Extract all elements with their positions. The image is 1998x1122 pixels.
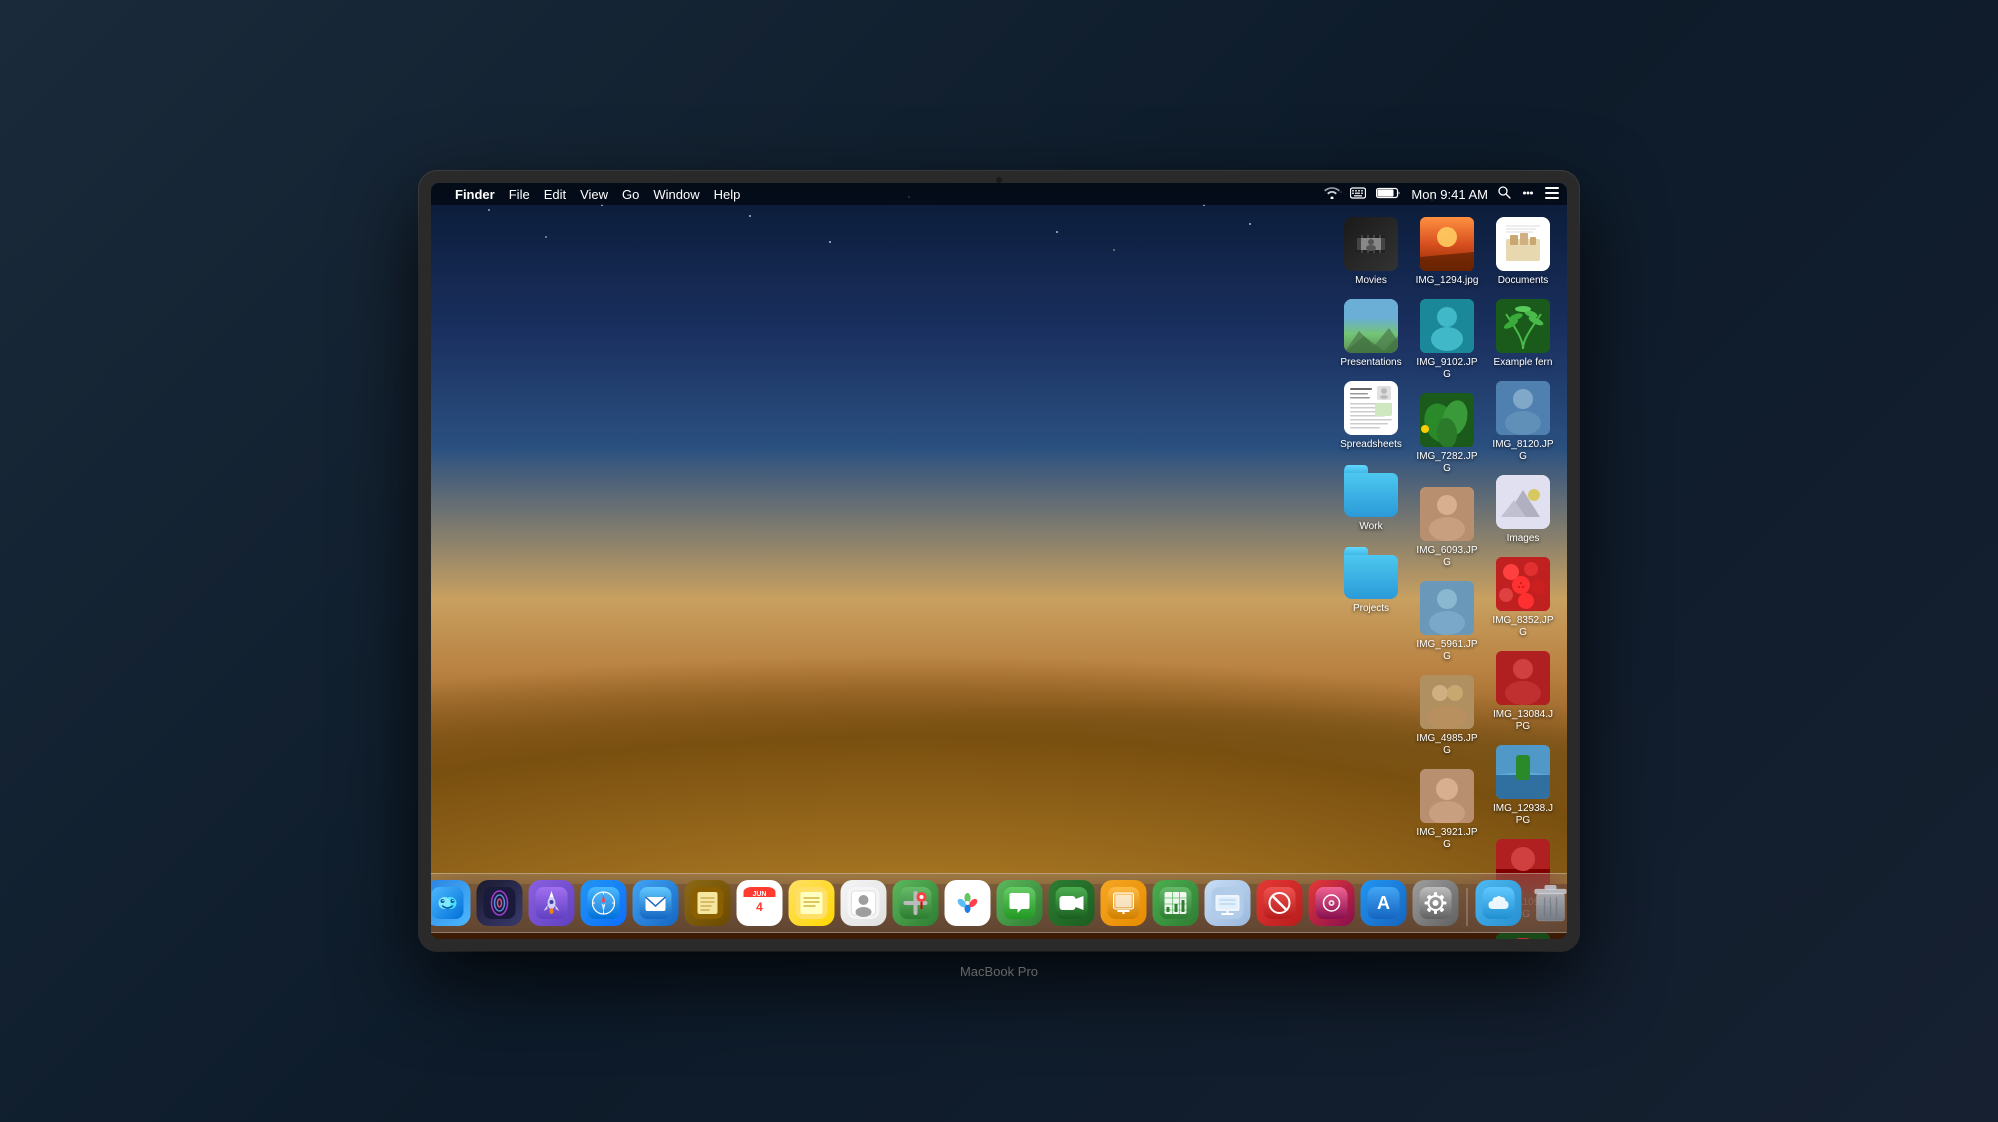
img-12938-icon[interactable]: IMG_12938.JPG [1487,741,1559,831]
example-fern-label: Example fern [1494,357,1553,369]
dock-notes[interactable] [685,880,731,926]
dock-icloud[interactable] [1476,880,1522,926]
dock-messages[interactable] [997,880,1043,926]
img-7282-icon[interactable]: IMG_7282.JPG [1411,389,1483,479]
dock-stickies[interactable] [789,880,835,926]
desktop-icons-area: Movies [1335,213,1559,939]
svg-text:A: A [1377,893,1390,913]
badge-dot [1421,425,1429,433]
dock-safari[interactable] [581,880,627,926]
work-folder-label: Work [1359,521,1382,533]
dock-keynote[interactable] [1101,880,1147,926]
view-menu[interactable]: View [580,187,608,202]
window-menu[interactable]: Window [653,187,699,202]
img-5961-icon[interactable]: IMG_5961.JPG [1411,577,1483,667]
images-icon[interactable]: Images [1487,471,1559,549]
img-7282-label: IMG_7282.JPG [1415,451,1479,475]
menubar-left: Finder File Edit View Go Window Help [439,187,740,202]
dock-mail[interactable] [633,880,679,926]
desktop-col-images-left: IMG_1294.jpg IMG_9102.JPG [1411,213,1483,939]
file-menu[interactable]: File [509,187,530,202]
screen: Finder File Edit View Go Window Help [431,183,1567,939]
dock-numbers[interactable] [1153,880,1199,926]
dock-photos[interactable] [945,880,991,926]
edit-menu[interactable]: Edit [544,187,566,202]
svg-text:4: 4 [756,900,763,914]
documents-label: Documents [1498,275,1549,287]
laptop-body: Finder File Edit View Go Window Help [419,171,1579,951]
movies-label: Movies [1355,275,1387,287]
control-center-icon[interactable] [1521,186,1535,203]
svg-text:JUN: JUN [752,891,766,898]
img-3921-icon[interactable]: IMG_3921.JPG [1411,765,1483,855]
images-label: Images [1507,533,1540,545]
dock-trash[interactable] [1528,880,1568,926]
img-5961-label: IMG_5961.JPG [1415,639,1479,663]
img-1294-label: IMG_1294.jpg [1416,275,1479,287]
dock-music[interactable] [1309,880,1355,926]
img-13084-label: IMG_13084.JPG [1491,709,1555,733]
img-1294-icon[interactable]: IMG_1294.jpg [1411,213,1483,291]
spreadsheets-icon[interactable]: Spreadsheets [1335,377,1407,455]
desktop-col-folders: Movies [1335,213,1407,939]
dock-maps[interactable] [893,880,939,926]
movies-icon[interactable]: Movies [1335,213,1407,291]
desktop-col-images-right: Documents [1487,213,1559,939]
documents-icon[interactable]: Documents [1487,213,1559,291]
img-6093-icon[interactable]: IMG_6093.JPG [1411,483,1483,573]
dock-facetime[interactable] [1049,880,1095,926]
dock-contacts[interactable] [841,880,887,926]
go-menu[interactable]: Go [622,187,639,202]
spreadsheets-label: Spreadsheets [1340,439,1402,451]
wifi-icon [1324,187,1340,202]
keyboard-icon [1350,187,1366,202]
dock-finder[interactable] [431,880,471,926]
projects-folder-label: Projects [1353,603,1389,615]
clock: Mon 9:41 AM [1411,187,1488,202]
img-4985-label: IMG_4985.JPG [1415,733,1479,757]
list-view-icon[interactable] [1545,186,1559,203]
img-9102-icon[interactable]: IMG_9102.JPG [1411,295,1483,385]
menubar: Finder File Edit View Go Window Help [431,183,1567,205]
img-6093-label: IMG_6093.JPG [1415,545,1479,569]
dock-appstore[interactable]: A [1361,880,1407,926]
help-menu[interactable]: Help [714,187,741,202]
dock-separator [1467,888,1468,926]
dock-calendar[interactable]: JUN 4 [737,880,783,926]
menubar-right: Mon 9:41 AM [1324,186,1559,203]
img-13084-icon[interactable]: IMG_13084.JPG [1487,647,1559,737]
dock: JUN 4 [431,873,1567,933]
macbook-label: MacBook Pro [960,964,1038,979]
example-fern-icon[interactable]: Example fern [1487,295,1559,373]
presentations-icon[interactable]: Presentations [1335,295,1407,373]
projects-folder-icon[interactable]: Projects [1335,541,1407,619]
dock-donotdisturb[interactable] [1257,880,1303,926]
img-8352-icon[interactable]: IMG_8352.JPG [1487,553,1559,643]
img-8120-label: IMG_8120.JPG [1491,439,1555,463]
img-9102-label: IMG_9102.JPG [1415,357,1479,381]
dock-launchpad[interactable] [529,880,575,926]
img-8120-icon[interactable]: IMG_8120.JPG [1487,377,1559,467]
laptop-frame: Finder File Edit View Go Window Help [0,0,1998,1122]
presentations-label: Presentations [1340,357,1401,369]
img-3921-label: IMG_3921.JPG [1415,827,1479,851]
work-folder-icon[interactable]: Work [1335,459,1407,537]
spotlight-icon[interactable] [1498,186,1511,202]
finder-menu[interactable]: Finder [455,187,495,202]
battery-icon [1376,187,1401,202]
dock-siri[interactable] [477,880,523,926]
dock-system-prefs[interactable] [1413,880,1459,926]
dock-presentation[interactable] [1205,880,1251,926]
img-12938-label: IMG_12938.JPG [1491,803,1555,827]
img-4985-icon[interactable]: IMG_4985.JPG [1411,671,1483,761]
img-8352-label: IMG_8352.JPG [1491,615,1555,639]
